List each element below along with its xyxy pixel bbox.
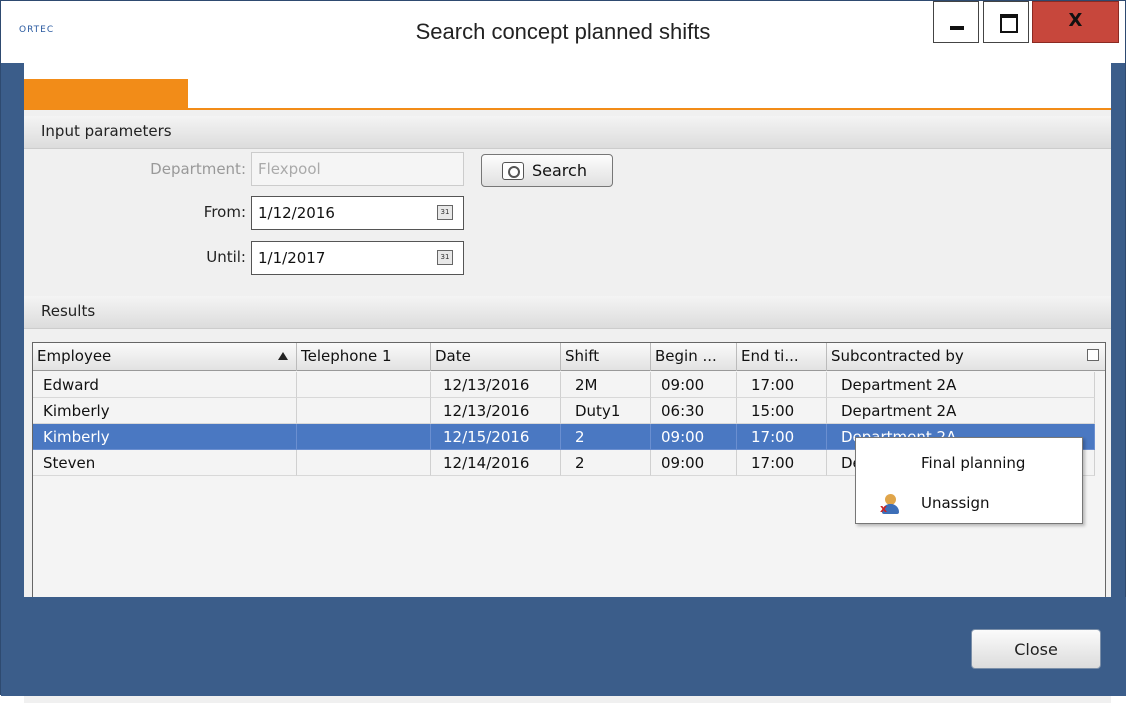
table-row[interactable]: Kimberly 12/13/2016 Duty1 06:30 15:00 Departm… — [33, 398, 1095, 424]
table-cell: 12/15/2016 — [431, 424, 561, 450]
table-cell: 2 — [561, 424, 651, 450]
grid-header: Employee Telephone 1 Date Shift Begin ..… — [33, 343, 1105, 371]
menu-item-unassign[interactable]: x Unassign — [856, 488, 1082, 520]
maximize-button[interactable] — [983, 1, 1029, 43]
table-cell: 06:30 — [651, 398, 737, 424]
table-cell: 12/14/2016 — [431, 450, 561, 476]
column-header-begin[interactable]: Begin ... — [651, 343, 737, 371]
column-chooser-icon[interactable] — [1087, 349, 1099, 361]
table-cell: 09:00 — [651, 450, 737, 476]
table-cell: 12/13/2016 — [431, 398, 561, 424]
until-label: Until: — [206, 248, 246, 266]
column-header-date[interactable]: Date — [431, 343, 561, 371]
table-cell: Kimberly — [33, 424, 297, 450]
tab-strip — [24, 63, 1111, 110]
table-cell: Department 2A — [827, 372, 1095, 398]
table-cell: 12/13/2016 — [431, 372, 561, 398]
column-header-employee[interactable]: Employee — [33, 343, 297, 371]
close-button[interactable]: Close — [971, 629, 1101, 669]
context-menu: Final planning x Unassign — [855, 437, 1083, 524]
table-cell: 09:00 — [651, 424, 737, 450]
from-date-field[interactable]: 1/12/2016 31 — [251, 196, 464, 230]
calendar-icon[interactable]: 31 — [437, 250, 453, 265]
table-cell: 2 — [561, 450, 651, 476]
department-field: Flexpool — [251, 152, 464, 186]
footer-bar — [1, 597, 1126, 696]
section-results: Results — [24, 296, 1111, 329]
table-cell: 17:00 — [737, 450, 827, 476]
title-bar[interactable]: ORTEC Search concept planned shifts X — [1, 1, 1125, 63]
close-window-button[interactable]: X — [1032, 1, 1119, 43]
from-date-value: 1/12/2016 — [258, 204, 335, 222]
section-input-parameters: Input parameters — [24, 116, 1111, 149]
until-date-value: 1/1/2017 — [258, 249, 326, 267]
search-icon — [502, 162, 524, 180]
menu-item-final-planning[interactable]: Final planning — [856, 448, 1082, 480]
sort-ascending-icon — [278, 352, 288, 360]
table-cell: 17:00 — [737, 424, 827, 450]
table-row[interactable]: Edward 12/13/2016 2M 09:00 17:00 Department 2… — [33, 372, 1095, 398]
table-cell: Edward — [33, 372, 297, 398]
table-cell: 15:00 — [737, 398, 827, 424]
search-button-label: Search — [532, 161, 587, 180]
minimize-button[interactable] — [933, 1, 979, 43]
table-cell: 17:00 — [737, 372, 827, 398]
from-label: From: — [203, 203, 246, 221]
table-cell — [297, 450, 431, 476]
search-button[interactable]: Search — [481, 154, 613, 187]
table-cell — [297, 372, 431, 398]
column-header-label: Subcontracted by — [831, 347, 964, 365]
table-cell: Steven — [33, 450, 297, 476]
table-cell — [297, 398, 431, 424]
column-header-label: Employee — [37, 347, 112, 365]
column-header-telephone[interactable]: Telephone 1 — [297, 343, 431, 371]
table-cell: 2M — [561, 372, 651, 398]
table-cell: Department 2A — [827, 398, 1095, 424]
close-icon: X — [1068, 10, 1083, 31]
calendar-icon[interactable]: 31 — [437, 205, 453, 220]
tab-active[interactable] — [24, 79, 188, 110]
until-date-field[interactable]: 1/1/2017 31 — [251, 241, 464, 275]
table-cell: 09:00 — [651, 372, 737, 398]
table-cell: Kimberly — [33, 398, 297, 424]
menu-item-label: Unassign — [921, 494, 990, 512]
department-label: Department: — [150, 160, 246, 178]
unassign-user-icon: x — [880, 494, 900, 514]
column-header-subcontracted[interactable]: Subcontracted by — [827, 343, 1105, 371]
table-cell — [297, 424, 431, 450]
column-header-shift[interactable]: Shift — [561, 343, 651, 371]
column-header-end[interactable]: End ti... — [737, 343, 827, 371]
table-cell: Duty1 — [561, 398, 651, 424]
dialog-window: ORTEC Search concept planned shifts X In… — [0, 0, 1126, 703]
